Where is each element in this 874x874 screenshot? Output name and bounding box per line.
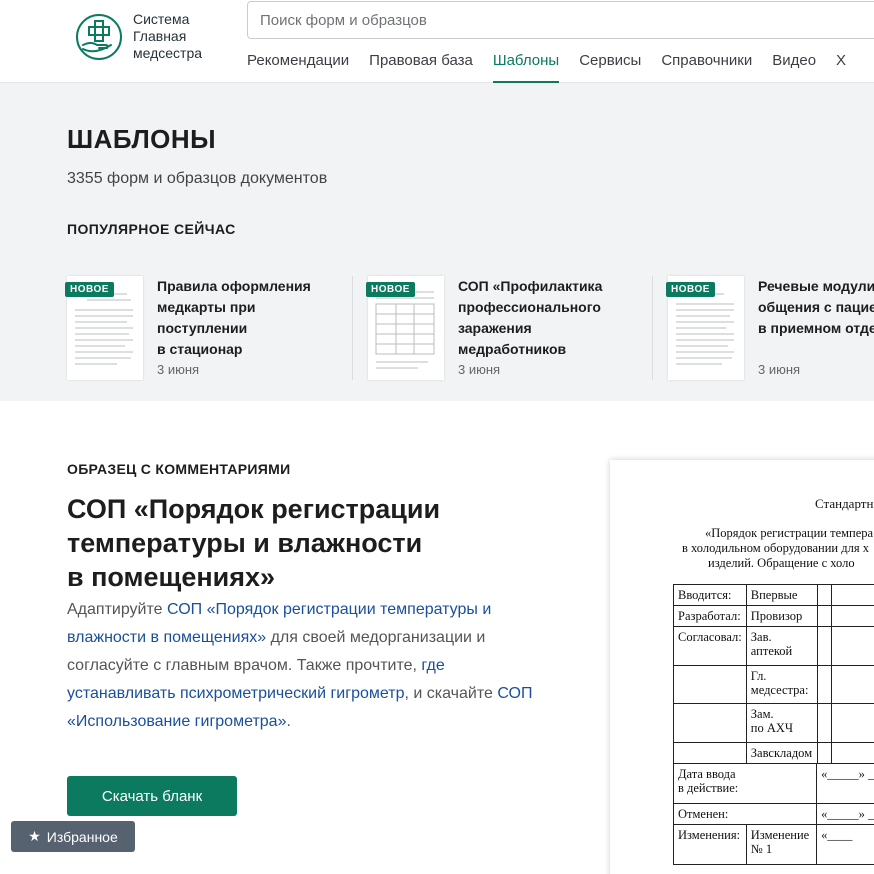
- doc-cell: Зам. по АХЧ: [745, 703, 818, 743]
- doc-cell: Отменен:: [672, 803, 818, 825]
- card-date: 3 июня: [758, 362, 801, 377]
- card-title-line: медработников: [458, 341, 567, 357]
- doc-sub-line: изделий. Обращение с холо: [708, 556, 855, 570]
- nav-item-more[interactable]: Х: [836, 50, 846, 83]
- card-divider: [652, 276, 653, 380]
- search-box: [247, 1, 874, 39]
- card-title: СОП «Профилактика профессионального зара…: [458, 276, 658, 360]
- logo-text: Система Главная медсестра: [133, 11, 202, 62]
- star-icon: ★: [28, 828, 41, 844]
- title-line: температуры и влажности: [67, 528, 423, 558]
- card-title-line: в приемном отде: [758, 320, 874, 336]
- nav-item-recommendations[interactable]: Рекомендации: [247, 50, 349, 83]
- doc-cell: Изменение № 1: [745, 824, 818, 865]
- doc-cell: [816, 665, 832, 704]
- card-title-line: профессионального: [458, 299, 601, 315]
- doc-sub-line: в холодильном оборудовании для х: [682, 541, 869, 555]
- doc-cell: [673, 742, 747, 764]
- card-title: Правила оформления медкарты при поступле…: [157, 276, 357, 360]
- site-header: Система Главная медсестра Рекомендации П…: [0, 0, 874, 83]
- doc-sub-line: «Порядок регистрации темпера: [705, 526, 874, 540]
- doc-cell: «____: [816, 824, 874, 865]
- card-title-line: медкарты при: [157, 299, 256, 315]
- desc-text: Адаптируйте: [67, 601, 167, 618]
- doc-cell: [816, 742, 832, 764]
- favorites-button[interactable]: ★ Избранное: [11, 821, 135, 852]
- doc-cell: [816, 626, 832, 666]
- favorites-label: Избранное: [46, 828, 118, 845]
- card-date: 3 июня: [157, 362, 200, 377]
- search-input[interactable]: [248, 2, 874, 38]
- logo[interactable]: Система Главная медсестра: [75, 11, 202, 62]
- doc-table: Вводится: Впервые Разработал: Провизор С…: [672, 584, 874, 865]
- card-title-line: Речевые модули: [758, 278, 874, 294]
- new-badge: НОВОЕ: [65, 282, 114, 297]
- doc-cell: Зав. аптекой: [745, 626, 818, 666]
- desc-text: .: [286, 713, 291, 730]
- main-nav: Рекомендации Правовая база Шаблоны Серви…: [247, 50, 866, 83]
- card-title-line: в стационар: [157, 341, 243, 357]
- doc-cell: Гл. медсестра:: [745, 665, 818, 704]
- doc-cell: [673, 665, 747, 704]
- download-form-button[interactable]: Скачать бланк: [67, 776, 237, 816]
- doc-cell: [816, 605, 832, 627]
- popular-card[interactable]: НОВОЕ Речевые модули общения с пацие в п…: [666, 276, 874, 380]
- card-title-line: поступлении: [157, 320, 248, 336]
- doc-cell: Вводится:: [673, 584, 747, 606]
- doc-cell: [830, 703, 874, 743]
- card-title-line: заражения: [458, 320, 532, 336]
- logo-line: Главная: [133, 28, 187, 44]
- doc-cell: [830, 665, 874, 704]
- desc-text: , и скачайте: [404, 685, 498, 702]
- doc-cell: [830, 584, 874, 606]
- popular-card[interactable]: НОВОЕ Правила оформления медкарты при по…: [65, 276, 357, 380]
- doc-cell: «_____» ___: [816, 763, 874, 804]
- nav-item-services[interactable]: Сервисы: [579, 50, 641, 83]
- card-title: Речевые модули общения с пацие в приемно…: [758, 276, 874, 339]
- logo-line: медсестра: [133, 45, 203, 61]
- popular-label: ПОПУЛЯРНОЕ СЕЙЧАС: [67, 221, 236, 237]
- doc-cell: [673, 703, 747, 743]
- nav-item-video[interactable]: Видео: [772, 50, 816, 83]
- new-badge: НОВОЕ: [666, 282, 715, 297]
- card-title-line: СОП «Профилактика: [458, 278, 603, 294]
- doc-subheading: «Порядок регистрации темпера в холодильн…: [610, 526, 874, 571]
- logo-icon: [76, 13, 122, 60]
- nav-item-templates[interactable]: Шаблоны: [492, 50, 560, 83]
- doc-cell: [830, 626, 874, 666]
- doc-cell: Согласовал:: [673, 626, 747, 666]
- doc-cell: [816, 703, 832, 743]
- template-description: Адаптируйте СОП «Порядок регистрации тем…: [67, 596, 547, 736]
- card-divider: [352, 276, 353, 380]
- doc-cell: Дата ввода в действие:: [672, 763, 818, 804]
- popular-card[interactable]: НОВОЕ СОП «Профилактика профессиональног…: [366, 276, 658, 380]
- doc-cell: Провизор: [745, 605, 818, 627]
- doc-cell: Завскладом: [745, 742, 818, 764]
- doc-cell: [830, 742, 874, 764]
- template-title: СОП «Порядок регистрации температуры и в…: [67, 492, 507, 594]
- doc-heading: Стандартн: [815, 496, 874, 511]
- page-subtitle: 3355 форм и образцов документов: [67, 170, 328, 187]
- title-line: СОП «Порядок регистрации: [67, 494, 441, 524]
- nav-item-legal-base[interactable]: Правовая база: [369, 50, 473, 83]
- logo-line: Система: [133, 11, 190, 27]
- doc-cell: [830, 605, 874, 627]
- nav-item-references[interactable]: Справочники: [661, 50, 752, 83]
- section-eyebrow: ОБРАЗЕЦ С КОММЕНТАРИЯМИ: [67, 461, 291, 477]
- doc-cell: Впервые: [745, 584, 818, 606]
- doc-cell: Разработал:: [673, 605, 747, 627]
- card-title-line: Правила оформления: [157, 278, 311, 294]
- doc-cell: Изменения:: [673, 824, 747, 865]
- page-title: ШАБЛОНЫ: [67, 124, 217, 154]
- document-preview[interactable]: Стандартн «Порядок регистрации темпера в…: [610, 460, 874, 874]
- card-date: 3 июня: [458, 362, 501, 377]
- doc-cell: [816, 584, 832, 606]
- doc-cell: «_____» ___: [816, 803, 874, 825]
- new-badge: НОВОЕ: [366, 282, 415, 297]
- title-line: в помещениях»: [67, 562, 276, 592]
- card-title-line: общения с пацие: [758, 299, 874, 315]
